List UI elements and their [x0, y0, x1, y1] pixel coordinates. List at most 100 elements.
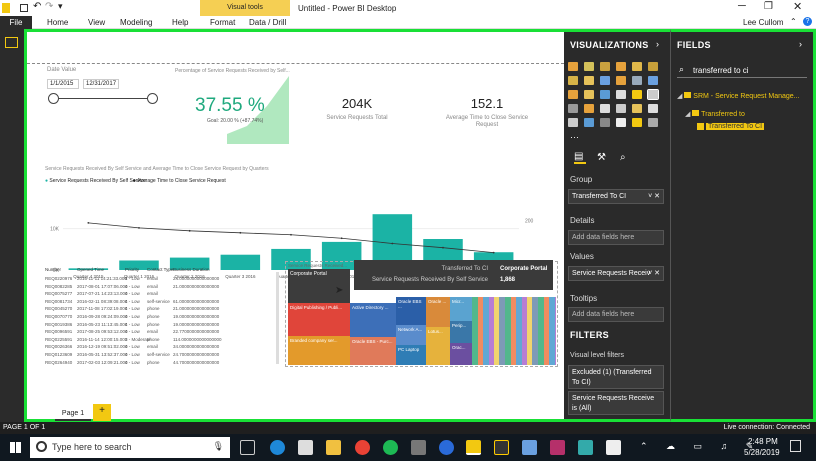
visual-type-icon[interactable]: [584, 62, 594, 71]
visual-type-icon[interactable]: [647, 89, 659, 100]
save-icon[interactable]: [20, 4, 28, 12]
visual-type-icon[interactable]: [648, 104, 658, 113]
redo-icon[interactable]: ↷: [45, 1, 53, 12]
visual-type-icon[interactable]: [648, 76, 658, 85]
field-checkbox[interactable]: [697, 123, 704, 130]
treemap-small-cells[interactable]: [472, 297, 556, 365]
visual-type-icon[interactable]: [616, 76, 626, 85]
collapse-ribbon-icon[interactable]: ⌃: [790, 17, 797, 26]
filter-card-excluded[interactable]: Excluded (1) (Transferred To CI): [568, 365, 664, 389]
visual-type-icon[interactable]: [584, 118, 594, 127]
fields-search-input[interactable]: ⌕ transferred to ci: [677, 64, 807, 78]
treemap-cell[interactable]: PC Laptop: [396, 345, 426, 365]
visual-type-icon[interactable]: [632, 76, 642, 85]
clock-date[interactable]: 5/28/2019: [744, 448, 780, 457]
undo-icon[interactable]: ↶: [33, 1, 41, 12]
treemap-cell[interactable]: Micr...: [450, 297, 472, 321]
visual-type-icon[interactable]: [568, 62, 578, 71]
slicer-start-handle[interactable]: [48, 93, 59, 104]
slicer-end-input[interactable]: 12/31/2017: [83, 79, 119, 89]
treemap-cell[interactable]: Lotus...: [426, 327, 450, 365]
tab-help[interactable]: Help: [172, 18, 188, 27]
visual-type-icon[interactable]: [632, 118, 642, 127]
treemap-cell[interactable]: Active Directory ...: [350, 303, 396, 337]
tab-format[interactable]: Format: [210, 18, 235, 27]
task-view-icon[interactable]: [240, 440, 255, 455]
file-explorer-icon[interactable]: [326, 440, 341, 455]
table-node[interactable]: ◢ SRM - Service Request Manage...: [677, 92, 800, 100]
group-well[interactable]: Transferred To CI ˅ ✕: [568, 189, 664, 204]
power-bi-taskbar-icon[interactable]: [466, 440, 481, 455]
filter-card-values[interactable]: Service Requests Receive is (All): [568, 391, 664, 415]
edge-icon[interactable]: [270, 440, 285, 455]
fields-well-icon[interactable]: ▤: [574, 152, 586, 164]
treemap-cell[interactable]: Oracle EBS - Purc...: [350, 337, 396, 365]
tooltips-well[interactable]: Add data fields here: [568, 307, 664, 322]
minimize-icon[interactable]: ─: [738, 0, 746, 12]
requests-table[interactable]: Number Opened Time Priority Contact Type Bus…: [45, 267, 277, 369]
visual-type-icon[interactable]: [600, 104, 610, 113]
treemap-cell[interactable]: Digital Publishing / Publi...: [288, 303, 350, 336]
table-scrollbar[interactable]: [276, 272, 279, 364]
visual-type-icon[interactable]: [632, 90, 642, 99]
microphone-icon[interactable]: 🎙: [213, 441, 224, 452]
visual-type-icon[interactable]: [568, 104, 578, 113]
app-icon[interactable]: [550, 440, 565, 455]
collapse-viz-icon[interactable]: ›: [656, 39, 659, 49]
tab-file[interactable]: File: [0, 16, 32, 29]
visual-type-icon[interactable]: [600, 62, 610, 71]
windows-start-icon[interactable]: [10, 442, 21, 453]
visual-type-icon[interactable]: [616, 62, 626, 71]
visual-type-icon[interactable]: [568, 118, 578, 127]
mail-icon[interactable]: [298, 440, 313, 455]
visual-type-icon[interactable]: [616, 90, 626, 99]
treemap-cell[interactable]: Oracle ...: [426, 297, 450, 327]
spotify-icon[interactable]: [383, 440, 398, 455]
photos-icon[interactable]: [411, 440, 426, 455]
format-icon[interactable]: ⚒: [597, 152, 606, 163]
app-icon[interactable]: [494, 440, 509, 455]
restore-icon[interactable]: ❐: [764, 1, 773, 12]
slicer-end-handle[interactable]: [147, 93, 158, 104]
visual-type-icon[interactable]: [600, 118, 610, 127]
treemap-cell[interactable]: Perip...: [450, 321, 472, 343]
chrome-icon[interactable]: [355, 440, 370, 455]
tab-modeling[interactable]: Modeling: [120, 18, 152, 27]
collapse-fields-icon[interactable]: ›: [799, 39, 802, 49]
visual-type-icon[interactable]: [584, 76, 594, 85]
close-icon[interactable]: ✕: [793, 0, 802, 13]
visual-type-icon[interactable]: [632, 104, 642, 113]
visual-type-icon[interactable]: [632, 62, 642, 71]
visual-type-icon[interactable]: [648, 118, 658, 127]
values-well[interactable]: Service Requests Receiv ˅ ✕: [568, 266, 664, 281]
folder-node[interactable]: ◢ Transferred to: [685, 110, 745, 118]
report-view-icon[interactable]: [5, 37, 18, 48]
tab-data-drill[interactable]: Data / Drill: [249, 18, 286, 27]
visual-gallery[interactable]: [568, 62, 668, 134]
visual-type-icon[interactable]: [568, 76, 578, 85]
app-icon[interactable]: [522, 440, 537, 455]
visual-type-icon[interactable]: [600, 76, 610, 85]
treemap-cell[interactable]: Orac...: [450, 343, 472, 365]
more-visuals-icon[interactable]: ···: [570, 132, 579, 142]
quick-access-dropdown-icon[interactable]: ▾: [58, 1, 63, 12]
details-well[interactable]: Add data fields here: [568, 230, 664, 245]
page-tab-page-1[interactable]: Page 1: [55, 408, 91, 421]
treemap-cell[interactable]: Branded company ser...: [288, 336, 350, 365]
help-icon[interactable]: ?: [803, 17, 812, 26]
add-page-button[interactable]: +: [93, 404, 111, 421]
app-icon[interactable]: [578, 440, 593, 455]
taskbar-search-box[interactable]: Type here to search 🎙: [30, 437, 230, 458]
treemap-cell[interactable]: Oracle EBS ...: [396, 297, 426, 325]
visual-type-icon[interactable]: [648, 62, 658, 71]
clock-time[interactable]: 2:48 PM: [748, 437, 778, 446]
visual-type-icon[interactable]: [616, 104, 626, 113]
slicer-start-input[interactable]: 1/1/2015: [47, 79, 79, 89]
visual-type-icon[interactable]: [584, 90, 594, 99]
visual-type-icon[interactable]: [584, 104, 594, 113]
visual-type-icon[interactable]: [600, 90, 610, 99]
tab-home[interactable]: Home: [47, 18, 68, 27]
user-name[interactable]: Lee Cullom: [743, 18, 783, 27]
tab-view[interactable]: View: [88, 18, 105, 27]
field-node[interactable]: Transferred To CI: [697, 123, 765, 131]
